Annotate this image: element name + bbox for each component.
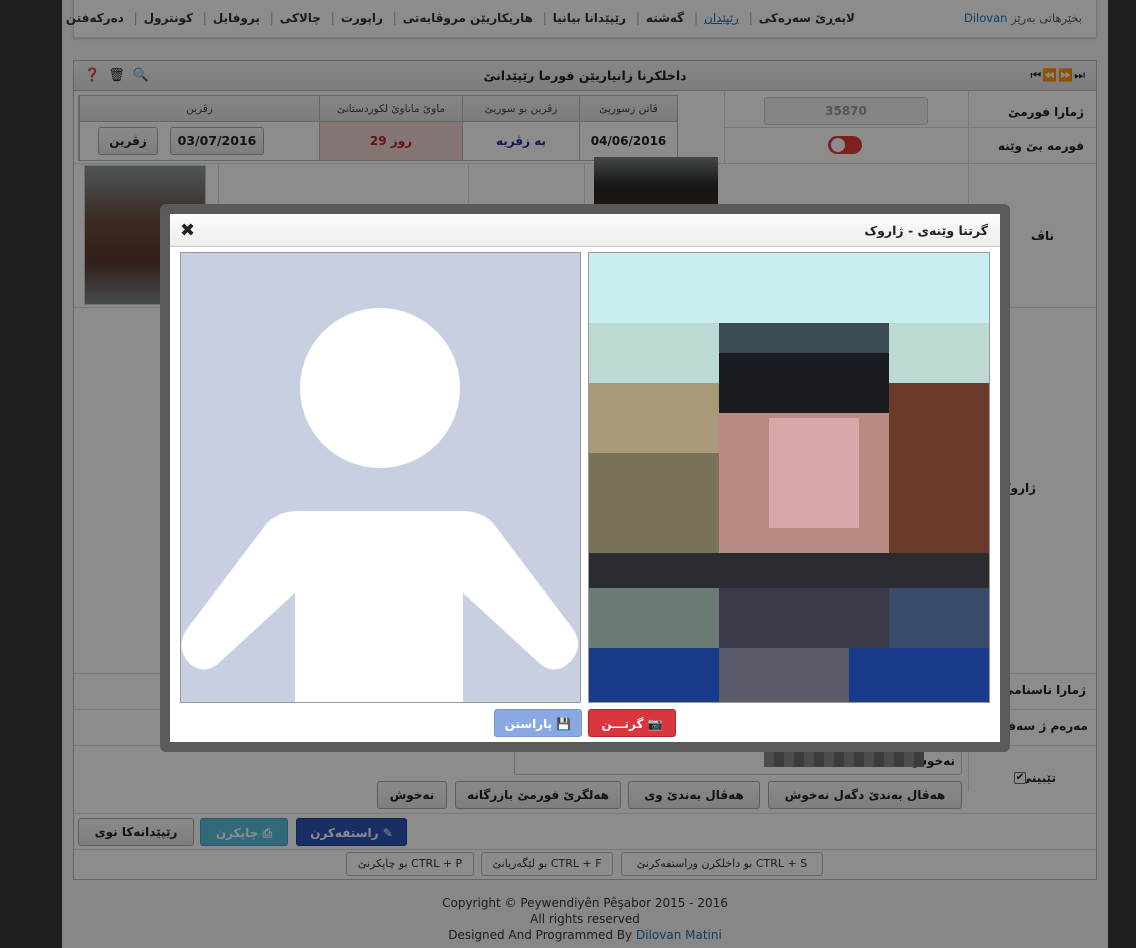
floppy-disk-icon: 💾: [556, 717, 572, 731]
capture-photo-dialog: ✖ گرتنا وێنەی - ژاروک 📷 گرتـــن 💾 پاراست…: [170, 214, 1000, 742]
captured-photo-preview: [180, 252, 581, 703]
camera-icon: 📷: [647, 717, 663, 731]
capture-button-label: گرتـــن: [601, 717, 644, 731]
save-button[interactable]: 💾 پاراستن: [494, 709, 582, 737]
dialog-title: گرتنا وێنەی - ژاروک: [864, 223, 988, 238]
dialog-header: ✖ گرتنا وێنەی - ژاروک: [170, 214, 1000, 247]
capture-button[interactable]: 📷 گرتـــن: [588, 709, 676, 737]
webcam-live-view: [588, 252, 990, 703]
save-button-label: پاراستن: [504, 717, 553, 731]
webcam-feed: [589, 253, 989, 702]
avatar-placeholder-icon: [181, 308, 579, 702]
close-icon[interactable]: ✖: [180, 220, 195, 241]
